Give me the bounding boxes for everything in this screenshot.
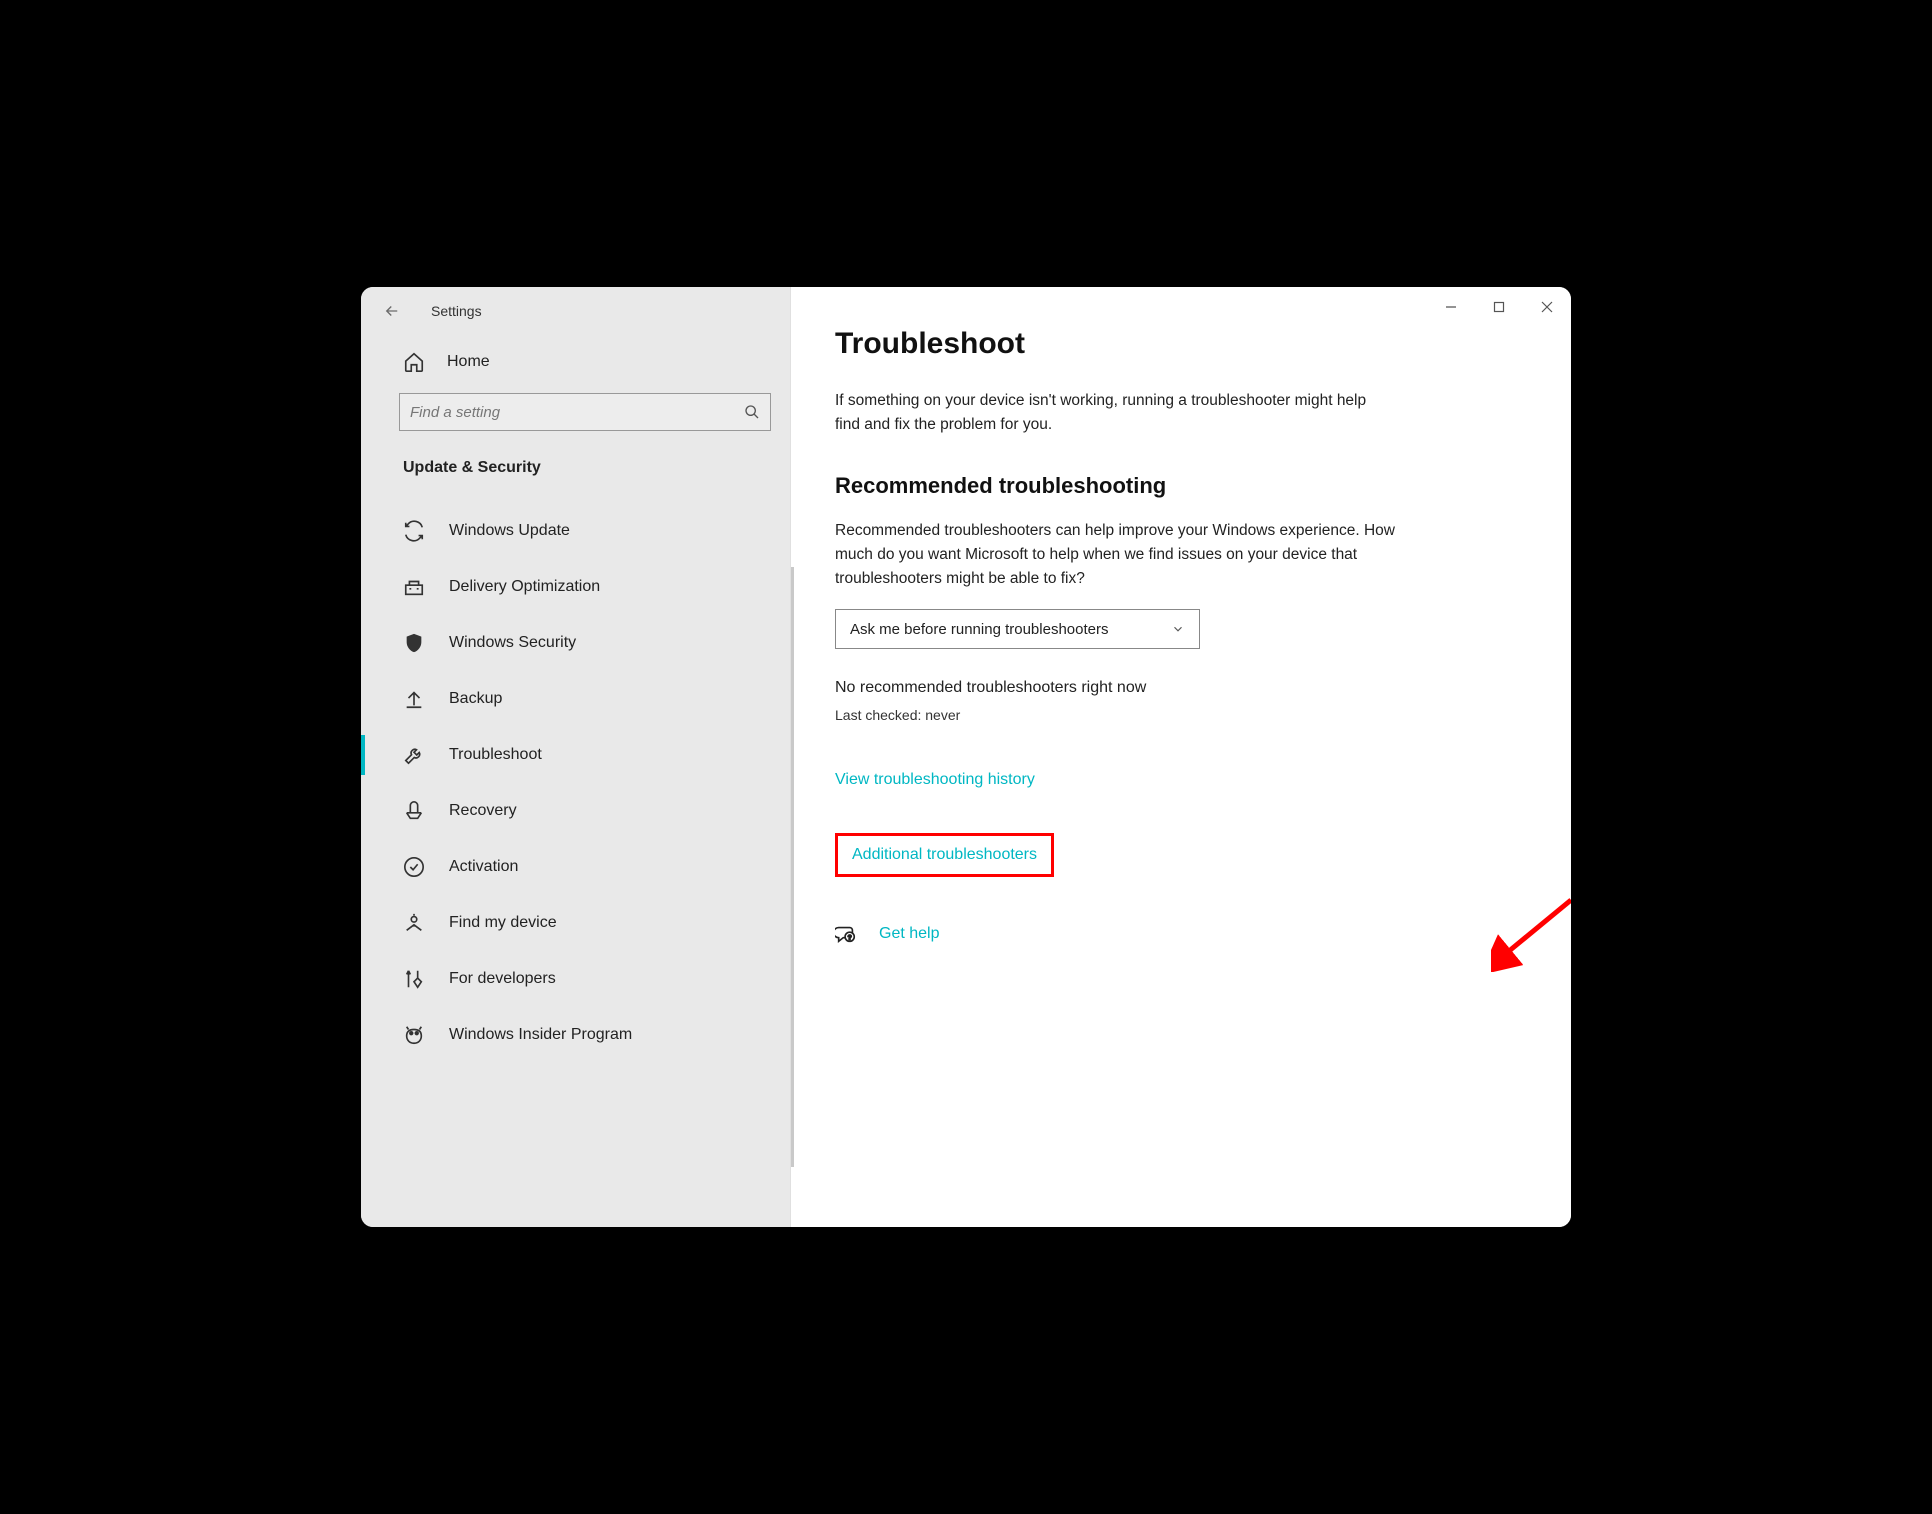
last-checked-text: Last checked: never [835, 707, 1531, 723]
sidebar-item-delivery-optimization[interactable]: Delivery Optimization [361, 559, 790, 615]
sidebar-home[interactable]: Home [361, 335, 790, 387]
insider-icon [403, 1024, 425, 1046]
maximize-button[interactable] [1475, 287, 1523, 327]
close-icon [1541, 301, 1553, 313]
recommended-title: Recommended troubleshooting [835, 473, 1531, 499]
sidebar-item-windows-update[interactable]: Windows Update [361, 503, 790, 559]
nav-list: Windows Update Delivery Optimization Win… [361, 495, 790, 1063]
view-history-link[interactable]: View troubleshooting history [835, 771, 1531, 789]
maximize-icon [1493, 301, 1505, 313]
window-title: Settings [431, 303, 482, 319]
refresh-icon [403, 520, 425, 542]
sidebar-item-recovery[interactable]: Recovery [361, 783, 790, 839]
scrollbar[interactable] [791, 567, 794, 1167]
location-icon [403, 912, 425, 934]
nav-label: Windows Insider Program [449, 1026, 632, 1044]
recovery-icon [403, 800, 425, 822]
backup-icon [403, 688, 425, 710]
sidebar-item-backup[interactable]: Backup [361, 671, 790, 727]
additional-troubleshooters-link[interactable]: Additional troubleshooters [852, 846, 1037, 864]
nav-label: Recovery [449, 802, 517, 820]
svg-text:?: ? [848, 935, 852, 942]
nav-label: Backup [449, 690, 502, 708]
shield-icon [403, 632, 425, 654]
troubleshooter-preference-dropdown[interactable]: Ask me before running troubleshooters [835, 609, 1200, 649]
nav-label: Windows Update [449, 522, 570, 540]
sidebar-item-windows-insider[interactable]: Windows Insider Program [361, 1007, 790, 1063]
help-chat-icon: ? [835, 923, 857, 945]
minimize-button[interactable] [1427, 287, 1475, 327]
settings-window: Settings Home Update & Security Windows … [361, 287, 1571, 1227]
nav-label: Delivery Optimization [449, 578, 600, 596]
page-title: Troubleshoot [835, 327, 1531, 361]
delivery-icon [403, 576, 425, 598]
sidebar-item-for-developers[interactable]: For developers [361, 951, 790, 1007]
home-icon [403, 351, 425, 373]
chevron-down-icon [1171, 622, 1185, 636]
main-content: Troubleshoot If something on your device… [791, 287, 1571, 1227]
search-input[interactable] [410, 404, 744, 421]
sidebar-item-windows-security[interactable]: Windows Security [361, 615, 790, 671]
titlebar: Settings [361, 287, 790, 335]
back-button[interactable] [377, 296, 407, 326]
get-help-link[interactable]: Get help [879, 925, 939, 943]
nav-label: Find my device [449, 914, 557, 932]
search-wrap [361, 387, 790, 449]
wrench-icon [403, 744, 425, 766]
nav-label: Troubleshoot [449, 746, 542, 764]
intro-text: If something on your device isn't workin… [835, 389, 1395, 437]
sidebar-item-activation[interactable]: Activation [361, 839, 790, 895]
sidebar-section-header: Update & Security [361, 449, 790, 495]
get-help-row[interactable]: ? Get help [835, 923, 1531, 945]
checkmark-circle-icon [403, 856, 425, 878]
minimize-icon [1445, 301, 1457, 313]
window-controls [1427, 287, 1571, 327]
dropdown-value: Ask me before running troubleshooters [850, 621, 1108, 638]
recommended-body: Recommended troubleshooters can help imp… [835, 519, 1395, 591]
sidebar: Settings Home Update & Security Windows … [361, 287, 791, 1227]
nav-label: Windows Security [449, 634, 576, 652]
sidebar-item-find-my-device[interactable]: Find my device [361, 895, 790, 951]
arrow-left-icon [383, 302, 401, 320]
annotation-highlight-box: Additional troubleshooters [835, 833, 1054, 877]
search-box[interactable] [399, 393, 771, 431]
home-label: Home [447, 353, 490, 371]
status-text: No recommended troubleshooters right now [835, 679, 1531, 697]
sidebar-item-troubleshoot[interactable]: Troubleshoot [361, 727, 790, 783]
nav-label: For developers [449, 970, 556, 988]
tools-icon [403, 968, 425, 990]
nav-label: Activation [449, 858, 518, 876]
close-button[interactable] [1523, 287, 1571, 327]
search-icon [744, 404, 760, 420]
